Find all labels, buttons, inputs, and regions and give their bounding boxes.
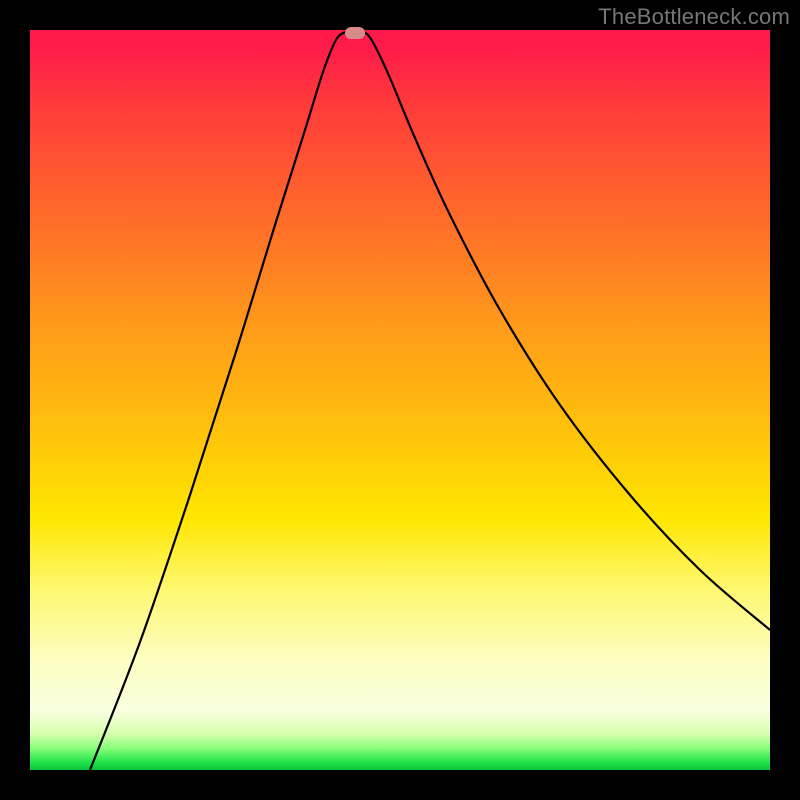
bottleneck-curve <box>90 30 770 770</box>
plot-area <box>30 30 770 770</box>
optimum-marker <box>345 27 365 39</box>
curve-svg <box>30 30 770 770</box>
chart-container: TheBottleneck.com <box>0 0 800 800</box>
watermark-text: TheBottleneck.com <box>598 4 790 30</box>
